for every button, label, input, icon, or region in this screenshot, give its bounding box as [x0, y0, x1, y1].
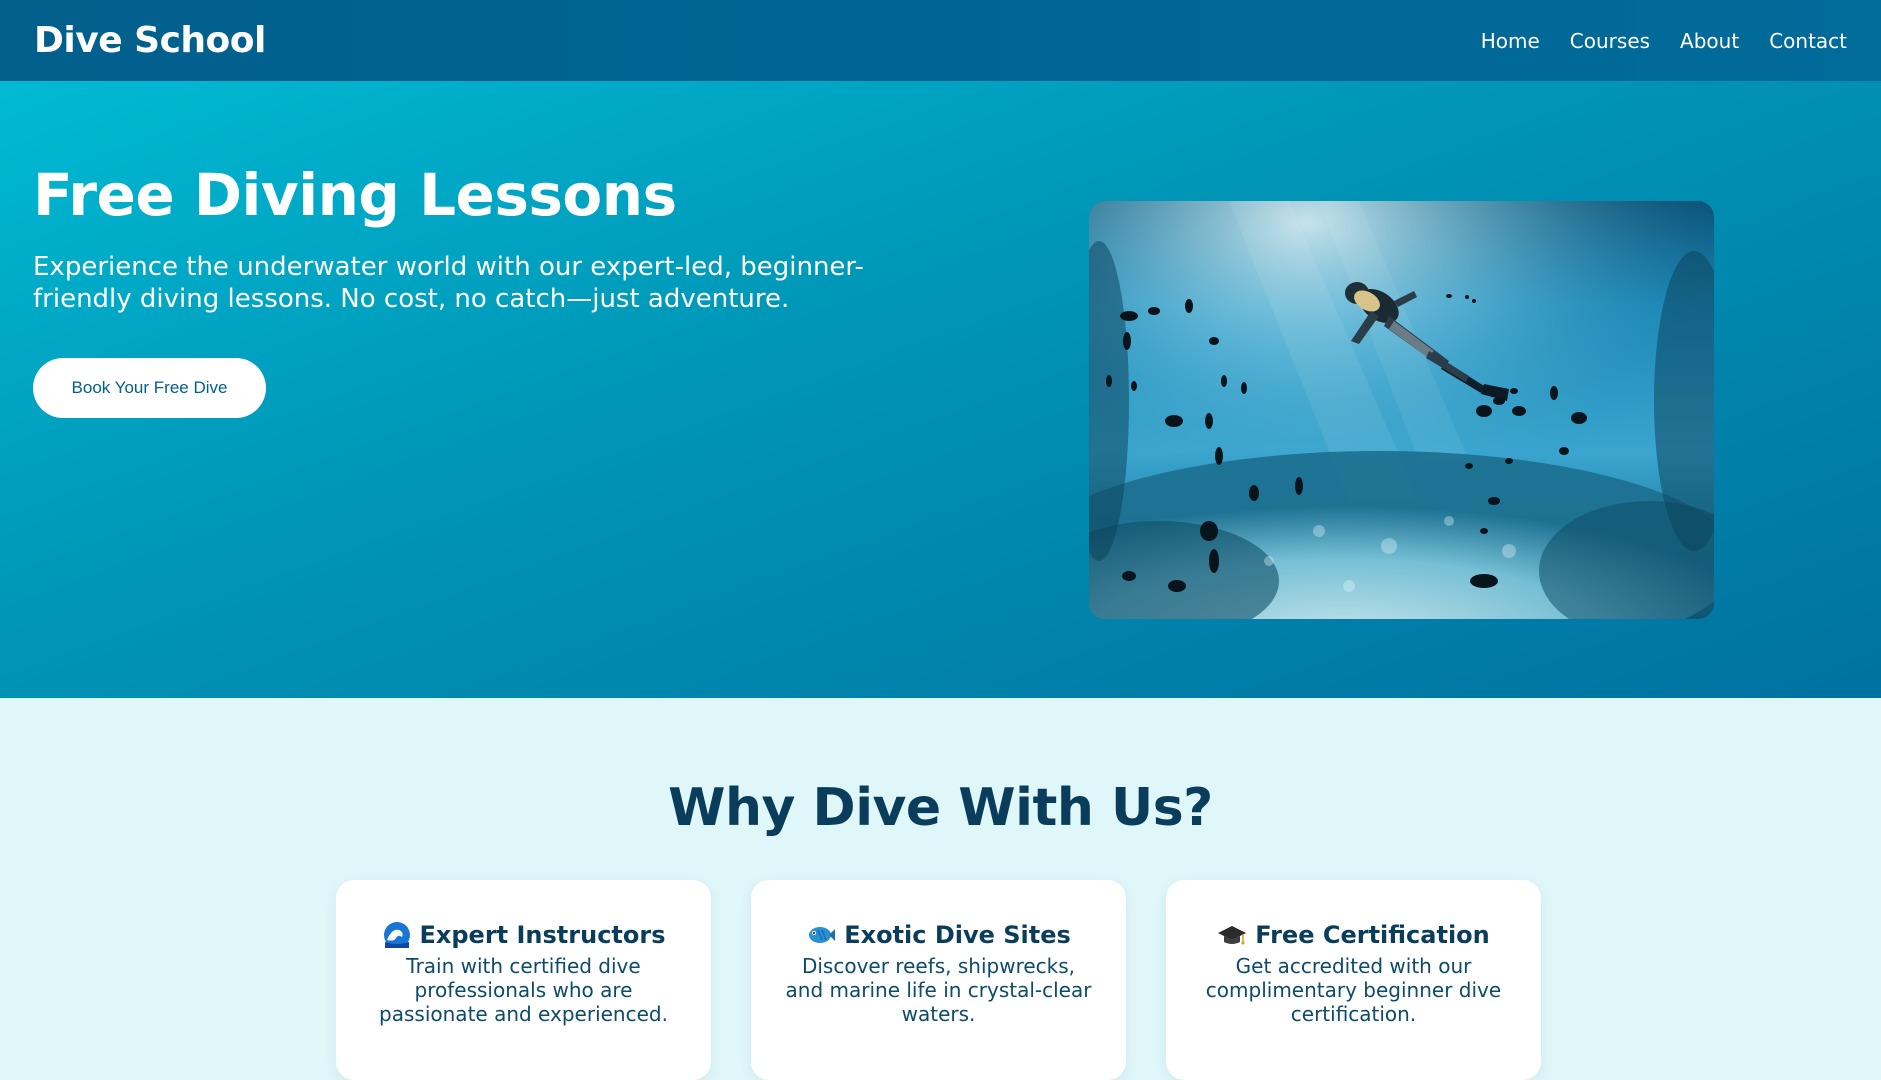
hero-section: Free Diving Lessons Experience the under… — [0, 81, 1881, 698]
feature-card-certification: Free Certification Get accredited with o… — [1166, 880, 1541, 1080]
card-title: Exotic Dive Sites — [844, 921, 1071, 949]
card-title-row: Free Certification — [1196, 920, 1511, 950]
nav-links: Home Courses About Contact — [1481, 29, 1847, 53]
navbar: Dive School Home Courses About Contact — [0, 0, 1881, 81]
feature-card-instructors: Expert Instructors Train with certified … — [336, 880, 711, 1080]
card-text: Get accredited with our complimentary be… — [1205, 954, 1502, 1026]
nav-link-about[interactable]: About — [1680, 29, 1739, 53]
card-title: Expert Instructors — [419, 921, 666, 949]
features-title: Why Dive With Us? — [668, 778, 1213, 838]
wave-icon — [382, 920, 412, 950]
card-text: Discover reefs, shipwrecks, and marine l… — [785, 954, 1092, 1026]
brand-logo-text[interactable]: Dive School — [34, 20, 266, 61]
fish-icon — [806, 920, 836, 950]
card-title-row: Exotic Dive Sites — [781, 920, 1096, 950]
feature-card-dive-sites: Exotic Dive Sites Discover reefs, shipwr… — [751, 880, 1126, 1080]
nav-link-home[interactable]: Home — [1481, 29, 1540, 53]
hero-title: Free Diving Lessons — [33, 161, 677, 229]
nav-link-courses[interactable]: Courses — [1570, 29, 1650, 53]
diver-underwater-image — [1089, 201, 1714, 619]
card-text: Train with certified dive professionals … — [379, 954, 668, 1026]
card-title: Free Certification — [1255, 921, 1490, 949]
diver-illustration — [1089, 201, 1714, 619]
hero-subtitle: Experience the underwater world with our… — [33, 252, 864, 314]
nav-link-contact[interactable]: Contact — [1769, 29, 1847, 53]
graduation-cap-icon — [1217, 920, 1247, 950]
features-section: Why Dive With Us? Expert Instructors Tra… — [0, 698, 1881, 1080]
book-free-dive-button[interactable]: Book Your Free Dive — [33, 358, 266, 418]
card-title-row: Expert Instructors — [366, 920, 681, 950]
